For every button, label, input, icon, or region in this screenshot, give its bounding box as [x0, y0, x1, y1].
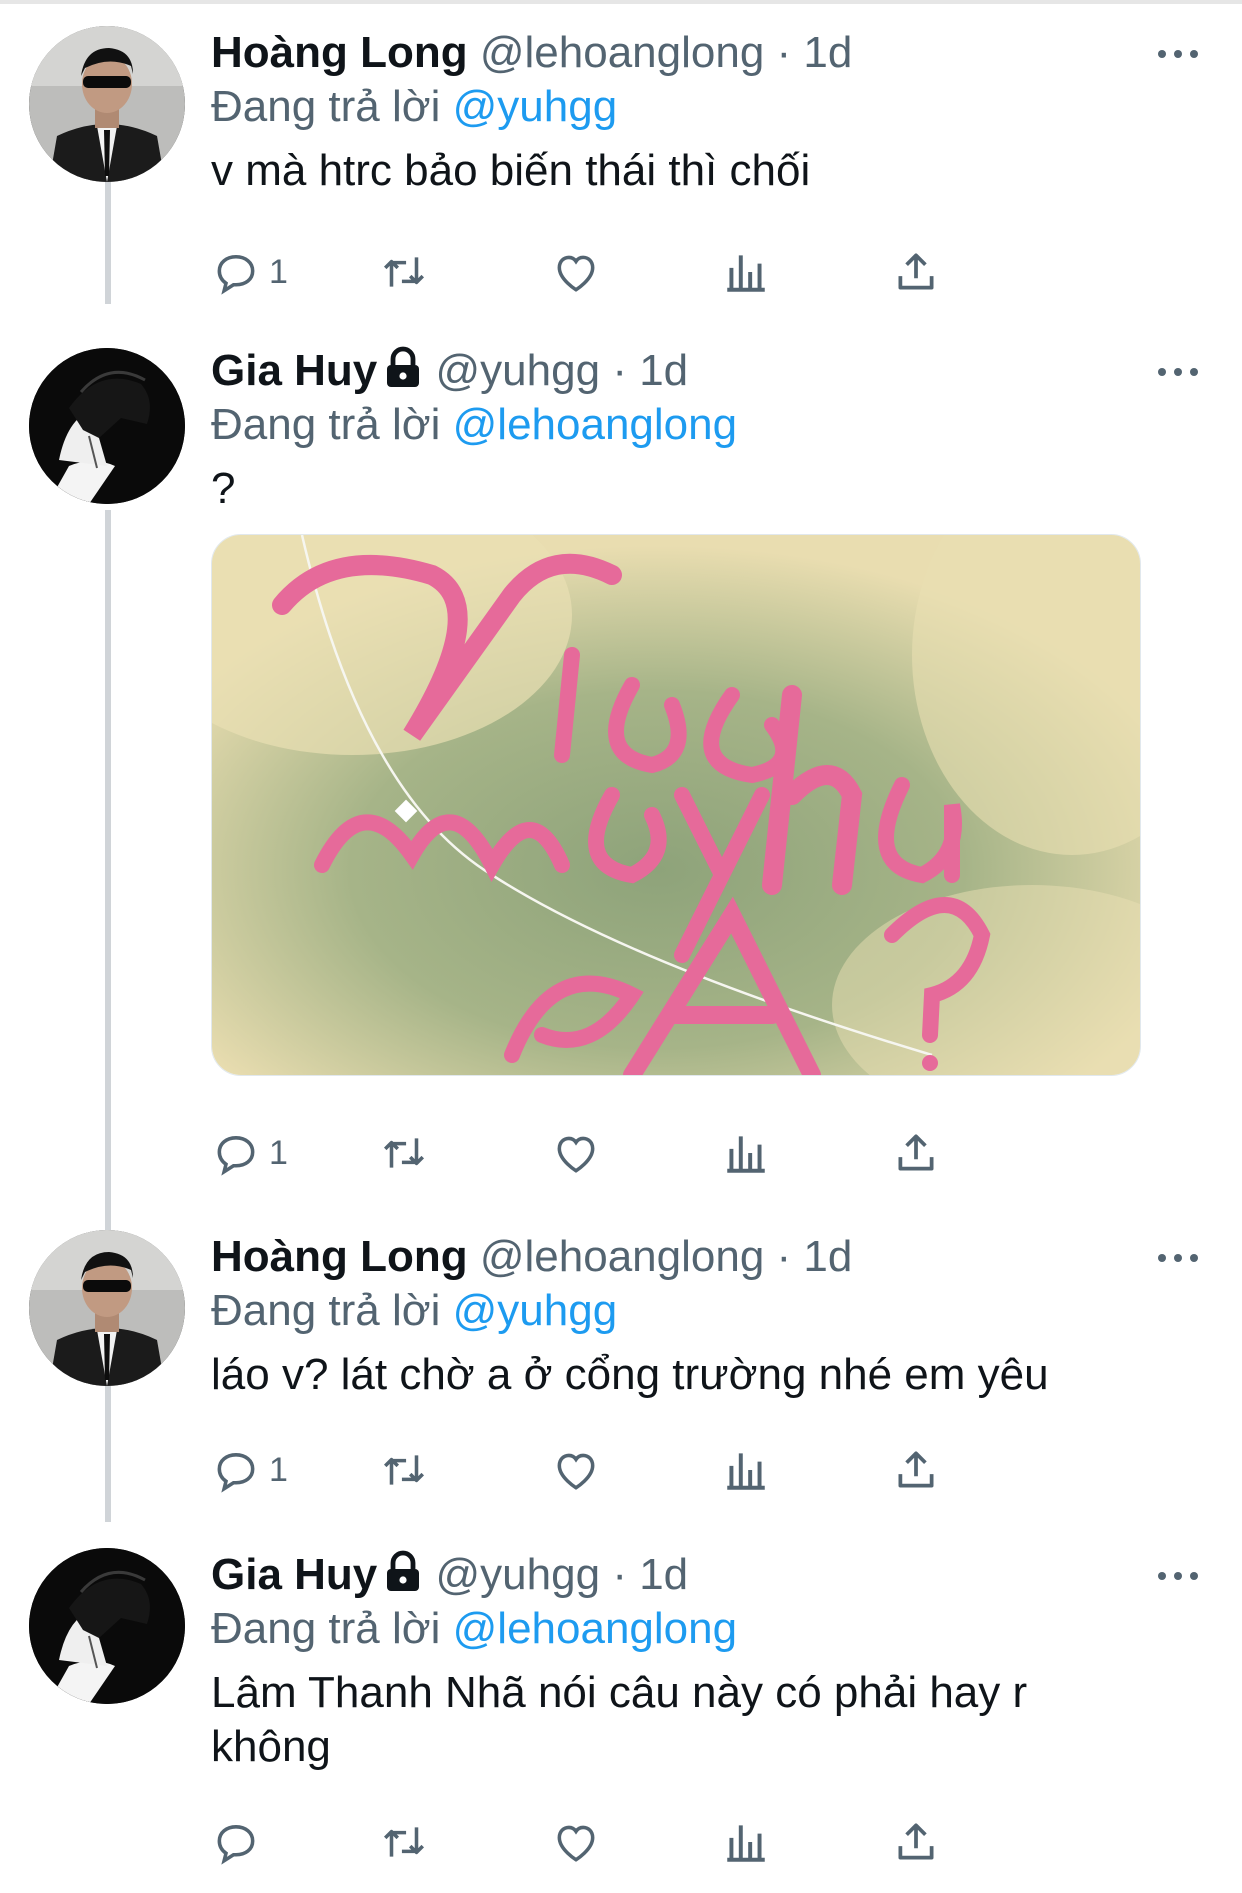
share-icon: [898, 1823, 934, 1860]
retweet-icon: [383, 1827, 425, 1857]
timestamp[interactable]: 1d: [803, 28, 852, 77]
user-handle[interactable]: @yuhgg: [436, 1550, 601, 1599]
reply-button[interactable]: 1: [211, 1123, 288, 1183]
more-icon[interactable]: [1158, 1230, 1202, 1284]
share-button[interactable]: [891, 1812, 941, 1872]
reply-icon: [217, 1453, 255, 1493]
top-divider: [0, 0, 1242, 4]
thread-connector: [105, 510, 111, 1230]
action-bar: 1: [211, 1123, 1091, 1183]
views-icon: [727, 1825, 765, 1862]
reply-icon: [217, 255, 255, 295]
display-name[interactable]: Hoàng Long: [211, 28, 468, 77]
views-icon: [727, 1136, 765, 1173]
replying-to: Đang trả lời @lehoanglong: [211, 398, 1202, 452]
share-icon: [898, 1451, 934, 1488]
avatar[interactable]: [29, 26, 185, 182]
timestamp[interactable]: 1d: [639, 346, 688, 395]
views-button[interactable]: [721, 1440, 771, 1500]
share-button[interactable]: [891, 1440, 941, 1500]
timestamp[interactable]: 1d: [639, 1550, 688, 1599]
separator-dot: ·: [776, 1232, 792, 1281]
retweet-button[interactable]: [379, 1440, 429, 1500]
reply-mention-link[interactable]: @lehoanglong: [453, 1604, 737, 1653]
replying-to: Đang trả lời @yuhgg: [211, 1284, 1202, 1338]
heart-icon: [557, 255, 595, 292]
thread-connector: [105, 172, 111, 304]
timestamp[interactable]: 1d: [803, 1232, 852, 1281]
share-icon: [898, 253, 934, 290]
user-handle[interactable]: @lehoanglong: [480, 28, 764, 77]
like-button[interactable]: [551, 242, 601, 302]
avatar[interactable]: [29, 1548, 185, 1704]
retweet-button[interactable]: [379, 1123, 429, 1183]
display-name[interactable]: Hoàng Long: [211, 1232, 468, 1281]
reply-mention-link[interactable]: @yuhgg: [453, 82, 618, 131]
replying-to: Đang trả lời @lehoanglong: [211, 1602, 1202, 1656]
reply-count: 1: [269, 1450, 288, 1489]
share-icon: [898, 1134, 934, 1171]
tweet-text: láo v? lát chờ a ở cổng trường nhé em yê…: [211, 1350, 1049, 1399]
reply-icon: [217, 1825, 255, 1865]
display-name[interactable]: Gia Huy: [211, 1550, 377, 1599]
views-button[interactable]: [721, 1812, 771, 1872]
tweet-text: v mà htrc bảo biến thái thì chối: [211, 146, 811, 195]
retweet-button[interactable]: [379, 1812, 429, 1872]
reply-count: 1: [269, 1133, 288, 1172]
reply-count: 1: [269, 252, 288, 291]
retweet-icon: [383, 1455, 425, 1485]
tweet-header: Gia Huy @yuhgg · 1d: [211, 344, 1202, 398]
action-bar: 1: [211, 242, 1091, 302]
like-button[interactable]: [551, 1123, 601, 1183]
tweet-header: Hoàng Long @lehoanglong · 1d: [211, 1230, 1202, 1284]
retweet-button[interactable]: [379, 242, 429, 302]
tweet-text: Lâm Thanh Nhã nói câu này có phải hay r …: [211, 1668, 1028, 1771]
retweet-icon: [383, 1138, 425, 1168]
replying-to-label: Đang trả lời: [211, 400, 441, 449]
lock-icon: [387, 346, 420, 387]
retweet-icon: [383, 257, 425, 287]
tweet-header: Gia Huy @yuhgg · 1d: [211, 1548, 1202, 1602]
reply-button[interactable]: [211, 1812, 269, 1872]
lock-icon: [387, 1550, 420, 1591]
reply-mention-link[interactable]: @lehoanglong: [453, 400, 737, 449]
tweet-header: Hoàng Long @lehoanglong · 1d: [211, 26, 1202, 80]
reply-button[interactable]: 1: [211, 1440, 288, 1500]
heart-icon: [557, 1453, 595, 1490]
share-button[interactable]: [891, 1123, 941, 1183]
image-viec-may-nha-a[interactable]: [211, 534, 1141, 1076]
avatar[interactable]: [29, 1230, 185, 1386]
action-bar: [211, 1812, 1091, 1872]
separator-dot: ·: [776, 28, 792, 77]
display-name[interactable]: Gia Huy: [211, 346, 377, 395]
reply-button[interactable]: 1: [211, 242, 288, 302]
reply-icon: [217, 1136, 255, 1176]
replying-to-label: Đang trả lời: [211, 1604, 441, 1653]
reply-mention-link[interactable]: @yuhgg: [453, 1286, 618, 1335]
replying-to-label: Đang trả lời: [211, 1286, 441, 1335]
thread-connector: [105, 1385, 111, 1522]
views-button[interactable]: [721, 242, 771, 302]
avatar[interactable]: [29, 348, 185, 504]
more-icon[interactable]: [1158, 26, 1202, 80]
like-button[interactable]: [551, 1812, 601, 1872]
share-button[interactable]: [891, 242, 941, 302]
views-icon: [727, 1453, 765, 1490]
action-bar: 1: [211, 1440, 1091, 1500]
views-icon: [727, 255, 765, 292]
heart-icon: [557, 1136, 595, 1173]
replying-to-label: Đang trả lời: [211, 82, 441, 131]
more-icon[interactable]: [1158, 344, 1202, 398]
views-button[interactable]: [721, 1123, 771, 1183]
user-handle[interactable]: @yuhgg: [436, 346, 601, 395]
more-icon[interactable]: [1158, 1548, 1202, 1602]
like-button[interactable]: [551, 1440, 601, 1500]
separator-dot: ·: [612, 1550, 627, 1599]
heart-icon: [557, 1825, 595, 1862]
user-handle[interactable]: @lehoanglong: [480, 1232, 764, 1281]
separator-dot: ·: [612, 346, 627, 395]
tweet-text: ?: [211, 464, 236, 513]
replying-to: Đang trả lời @yuhgg: [211, 80, 1202, 134]
